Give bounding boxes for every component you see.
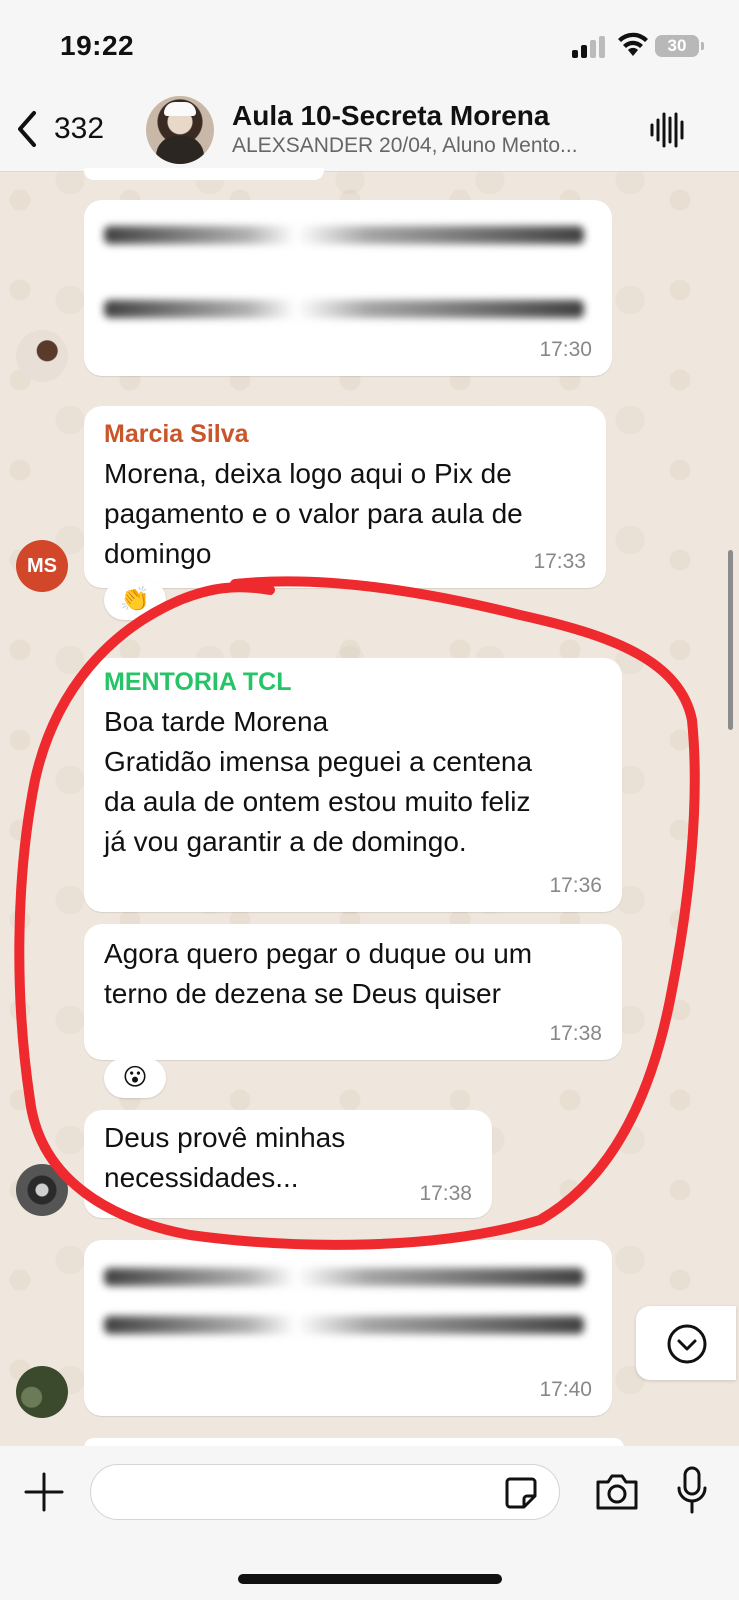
message-text: Agora quero pegar o duque ou um terno de… [104, 938, 533, 1009]
chevron-left-icon [18, 111, 36, 147]
message-time: 17:38 [419, 1182, 472, 1205]
message-time: 17:38 [549, 1022, 602, 1045]
status-bar: 19:22 30 [0, 0, 739, 92]
message-time: 17:36 [549, 874, 602, 897]
member-avatar[interactable] [16, 1164, 68, 1216]
message-bubble[interactable]: 17:40 [84, 1240, 612, 1416]
message-time: 17:33 [533, 550, 586, 573]
status-time: 19:22 [60, 30, 135, 61]
chat-header: 332 Aula 10-Secreta Morena ALEXSANDER 20… [0, 92, 739, 172]
chat-title[interactable]: Aula 10-Secreta Morena [232, 100, 549, 132]
message-text: Deus provê minhas necessidades... [104, 1122, 346, 1193]
redacted-text [104, 1316, 584, 1334]
home-indicator[interactable] [238, 1574, 502, 1584]
wifi-icon [618, 32, 648, 56]
back-button[interactable]: 332 [14, 104, 104, 154]
reaction-badge[interactable]: 👏 [104, 580, 166, 620]
unread-count: 332 [54, 112, 105, 145]
redacted-text [104, 300, 584, 318]
message-text: Boa tarde Morena Gratidão imensa peguei … [104, 706, 533, 857]
chat-subtitle[interactable]: ALEXSANDER 20/04, Aluno Mento... [232, 134, 578, 158]
reaction-badge[interactable]: 😮 [104, 1058, 166, 1098]
message-bubble[interactable]: MENTORIA TCL Boa tarde Morena Gratidão i… [84, 658, 622, 912]
camera-icon[interactable] [594, 1472, 640, 1512]
message-composer [0, 1446, 739, 1600]
message-text: Morena, deixa logo aqui o Pix de pagamen… [104, 458, 523, 569]
group-avatar[interactable] [146, 96, 214, 164]
chevron-down-icon [667, 1324, 707, 1364]
redacted-text [104, 1268, 584, 1286]
cellular-signal-icon [572, 36, 606, 58]
member-avatar[interactable]: MS [16, 540, 68, 592]
redacted-text [104, 226, 584, 244]
message-input[interactable] [90, 1464, 560, 1520]
sender-name[interactable]: Marcia Silva [104, 420, 249, 449]
member-avatar[interactable] [16, 330, 68, 382]
microphone-icon[interactable] [676, 1466, 708, 1516]
previous-bubble-edge [84, 168, 324, 180]
message-time: 17:40 [539, 1378, 592, 1401]
message-bubble[interactable]: Marcia Silva Morena, deixa logo aqui o P… [84, 406, 606, 588]
scroll-to-bottom-button[interactable] [636, 1306, 736, 1380]
battery-icon: 30 [655, 35, 704, 57]
sticker-icon[interactable] [504, 1476, 538, 1510]
message-bubble[interactable]: Agora quero pegar o duque ou um terno de… [84, 924, 622, 1060]
voice-chat-icon[interactable] [648, 110, 688, 150]
message-time: 17:30 [539, 338, 592, 361]
message-bubble[interactable]: Deus provê minhas necessidades... 17:38 [84, 1110, 492, 1218]
scrollbar[interactable] [728, 550, 733, 730]
member-avatar[interactable] [16, 1366, 68, 1418]
sender-name[interactable]: MENTORIA TCL [104, 668, 292, 697]
plus-icon[interactable] [24, 1472, 64, 1512]
message-bubble[interactable]: 17:30 [84, 200, 612, 376]
